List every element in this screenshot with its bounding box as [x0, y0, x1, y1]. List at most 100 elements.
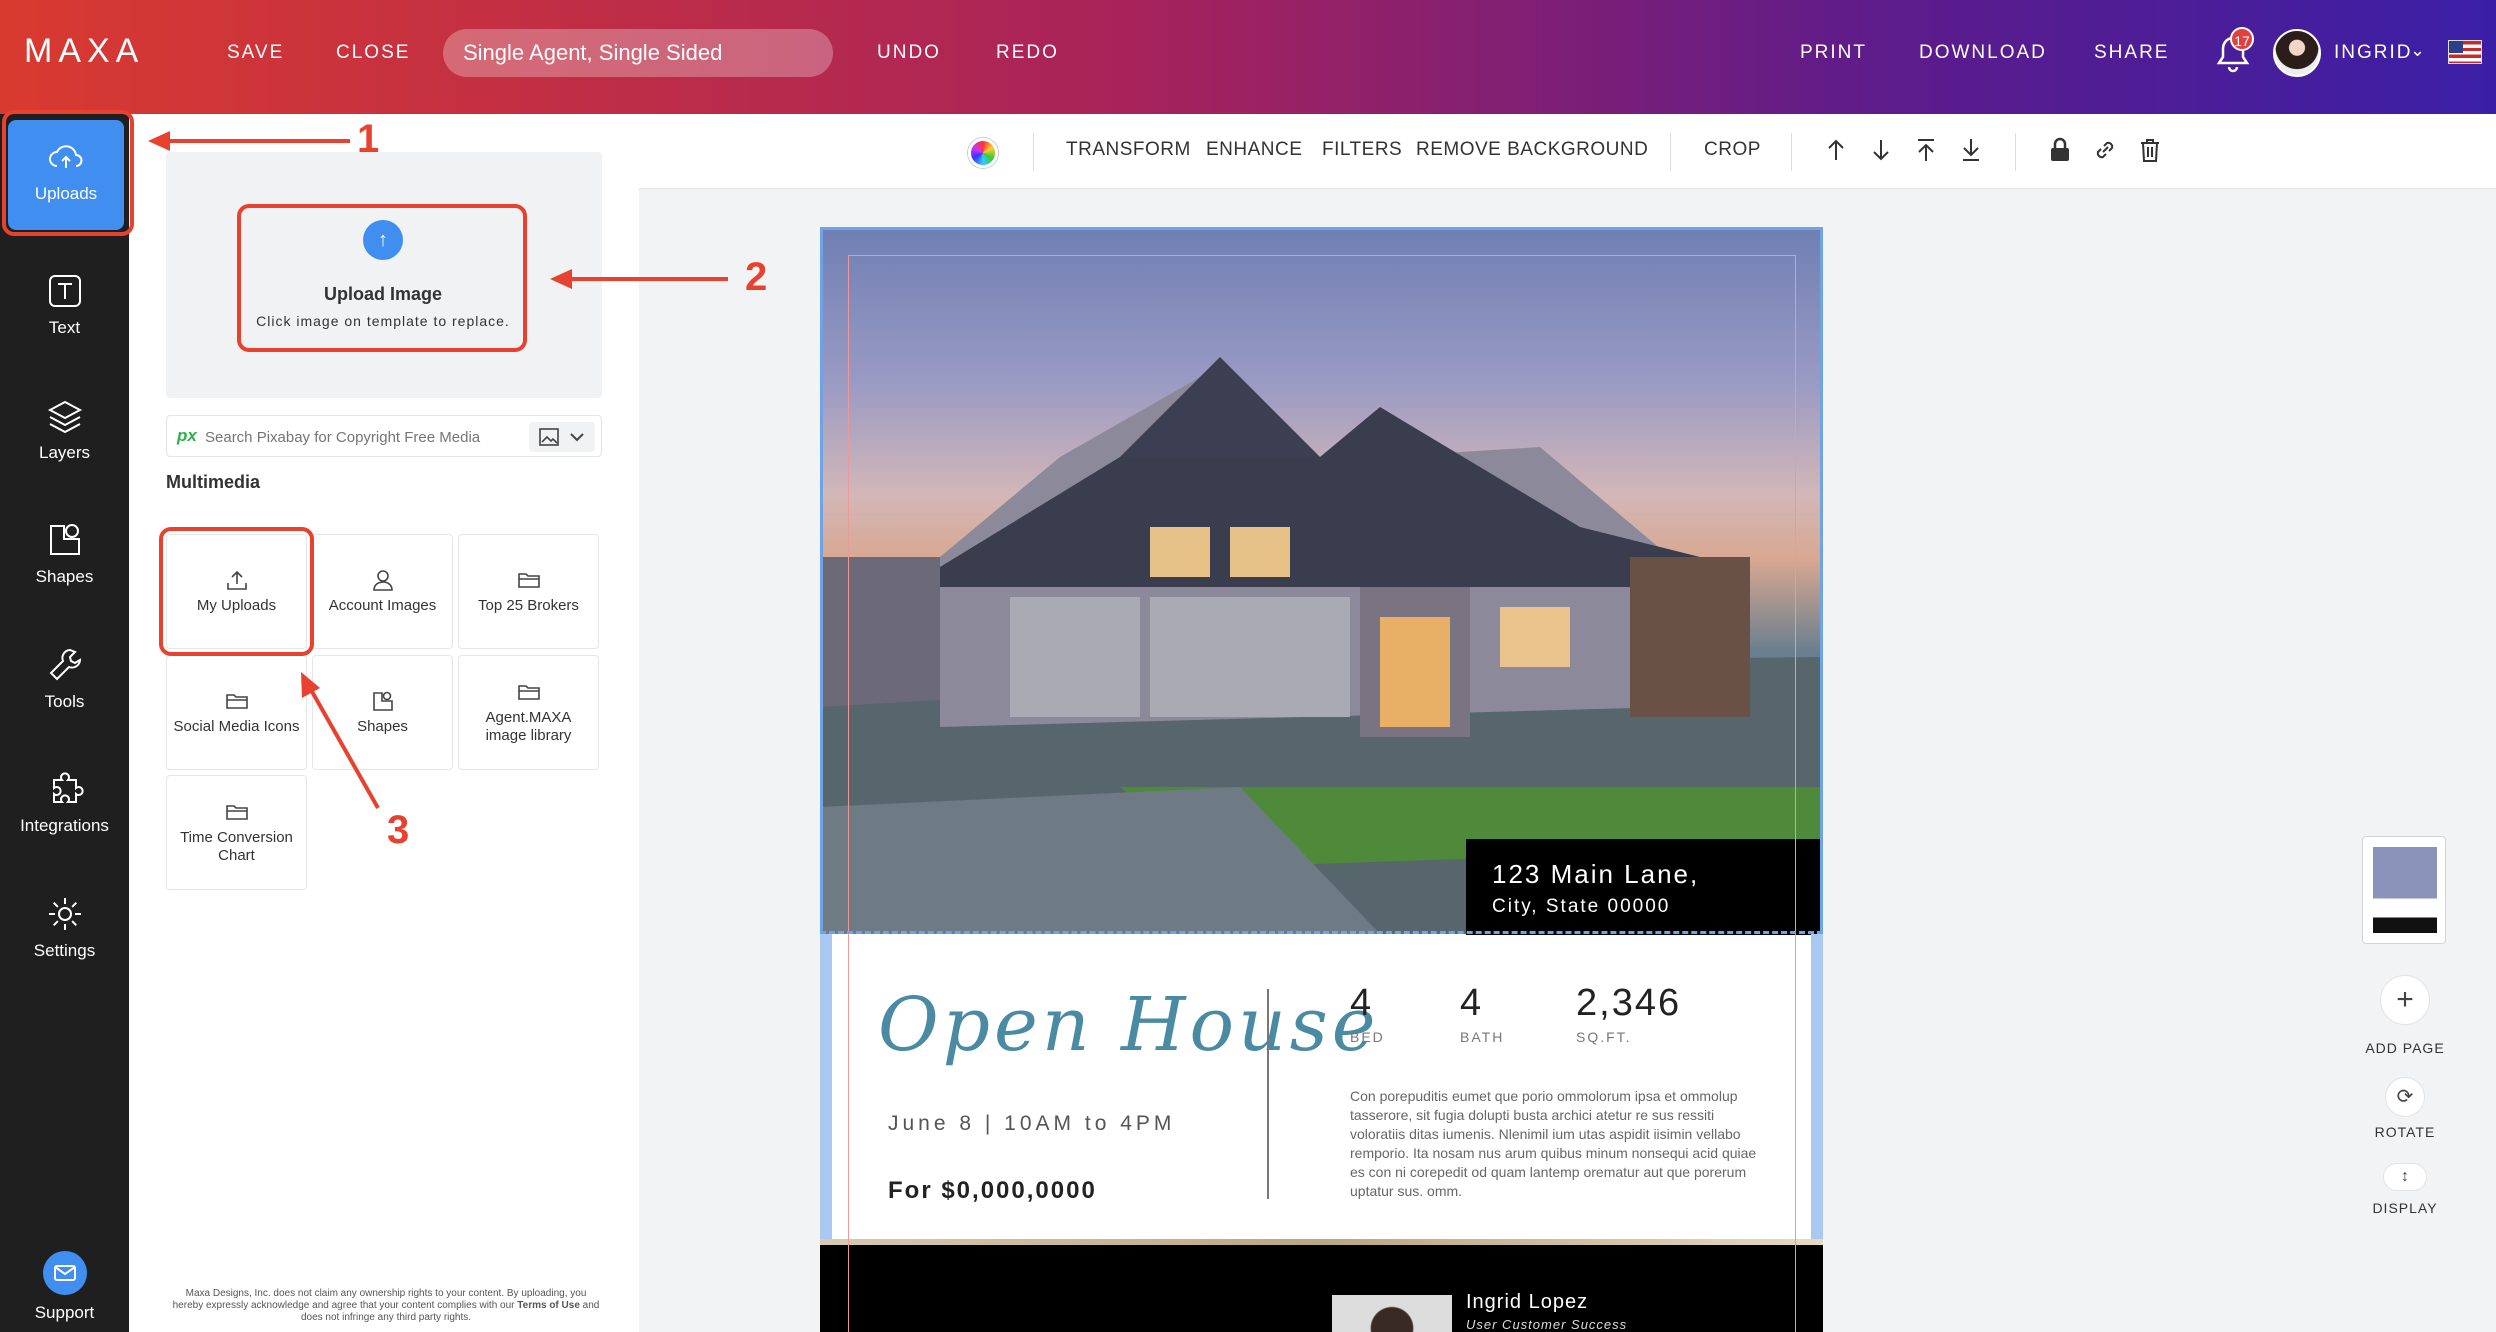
- text-icon: [48, 275, 81, 307]
- tile-my-uploads[interactable]: My Uploads: [166, 534, 307, 649]
- save-button[interactable]: SAVE: [227, 42, 284, 64]
- lock-icon[interactable]: [2046, 136, 2074, 164]
- agent-title[interactable]: User Customer Success: [1466, 1317, 1627, 1332]
- display-icon: ↕: [2401, 1168, 2409, 1185]
- nav-text[interactable]: Text: [0, 254, 129, 372]
- puzzle-icon: [52, 772, 84, 803]
- stat-value: 4: [1460, 982, 1484, 1024]
- notification-badge: 17: [2230, 27, 2254, 51]
- tile-shapes[interactable]: Shapes: [312, 655, 453, 770]
- divider: [1267, 989, 1269, 1199]
- upload-image-title: Upload Image: [323, 284, 443, 304]
- nav-tools[interactable]: Tools: [0, 628, 129, 746]
- remove-background-button[interactable]: REMOVE BACKGROUND: [1416, 139, 1648, 161]
- nav-settings-label: Settings: [33, 941, 96, 960]
- share-button[interactable]: SHARE: [2094, 42, 2169, 64]
- tile-label: My Uploads: [196, 596, 277, 614]
- annotation-number-3: 3: [387, 808, 410, 852]
- agent-photo[interactable]: [1332, 1295, 1452, 1332]
- address-box[interactable]: 123 Main Lane, City, State 00000: [1466, 839, 1823, 935]
- stat-label: BATH: [1460, 1029, 1505, 1045]
- tile-social-media-icons[interactable]: Social Media Icons: [166, 655, 307, 770]
- tile-account-images[interactable]: Account Images: [312, 534, 453, 649]
- gear-icon: [48, 898, 81, 930]
- folder-icon: [517, 684, 540, 700]
- nav-tools-label: Tools: [44, 692, 85, 711]
- user-menu[interactable]: INGRID: [2334, 42, 2413, 64]
- close-button[interactable]: CLOSE: [336, 42, 410, 64]
- tile-agent-maxa-library[interactable]: Agent.MAXA image library: [458, 655, 599, 770]
- arrow-up-icon[interactable]: [1822, 136, 1850, 164]
- enhance-button[interactable]: ENHANCE: [1206, 139, 1302, 161]
- nav-integrations[interactable]: Integrations: [0, 752, 129, 870]
- folder-icon: [225, 693, 248, 709]
- nav-shapes[interactable]: Shapes: [0, 503, 129, 621]
- address-line-2[interactable]: City, State 00000: [1492, 896, 1797, 918]
- address-line-1[interactable]: 123 Main Lane,: [1492, 859, 1797, 890]
- flyer-canvas[interactable]: 123 Main Lane, City, State 00000 Open Ho…: [820, 227, 1823, 1332]
- house-photo[interactable]: 123 Main Lane, City, State 00000: [820, 227, 1823, 935]
- media-type-dropdown[interactable]: [529, 422, 595, 452]
- undo-button[interactable]: UNDO: [877, 42, 941, 64]
- stat-label: SQ.FT.: [1576, 1029, 1632, 1045]
- document-title-input[interactable]: [443, 29, 833, 77]
- chevron-down-icon[interactable]: ⌄: [2410, 40, 2425, 61]
- crop-button[interactable]: CROP: [1704, 139, 1761, 161]
- toolbar-divider: [1033, 133, 1034, 171]
- shapes-icon: [372, 691, 393, 711]
- plus-icon: +: [2396, 983, 2414, 1016]
- upload-image-button[interactable]: ↑ Upload Image Click image on template t…: [242, 206, 524, 346]
- trash-icon[interactable]: [2136, 136, 2164, 164]
- tile-label: Account Images: [328, 596, 437, 614]
- pixabay-search-input[interactable]: [205, 425, 505, 449]
- maxa-logo[interactable]: MAXA: [24, 32, 144, 71]
- stat-bed[interactable]: 4 BED: [1350, 982, 1385, 1045]
- agent-name[interactable]: Ingrid Lopez: [1466, 1291, 1588, 1314]
- nav-text-label: Text: [48, 318, 81, 337]
- toolbar-divider: [1670, 133, 1671, 171]
- nav-uploads[interactable]: Uploads: [8, 120, 124, 230]
- color-wheel-icon[interactable]: [968, 138, 998, 168]
- print-button[interactable]: PRINT: [1800, 42, 1867, 64]
- filters-button[interactable]: FILTERS: [1322, 139, 1402, 161]
- tile-label: Agent.MAXA image library: [485, 708, 572, 744]
- avatar[interactable]: [2273, 29, 2321, 77]
- rotate-icon: ⟳: [2396, 1086, 2414, 1108]
- listing-price[interactable]: For $0,000,0000: [888, 1177, 1097, 1205]
- arrow-down-icon[interactable]: [1867, 136, 1895, 164]
- listing-description[interactable]: Con porepuditis eumet que porio ommoloru…: [1350, 1087, 1770, 1201]
- rotate-button[interactable]: ⟳: [2385, 1077, 2425, 1117]
- display-label: DISPLAY: [2372, 1200, 2438, 1216]
- shapes-icon: [49, 524, 80, 555]
- annotation-number-2: 2: [745, 255, 768, 299]
- folder-icon: [517, 572, 540, 588]
- redo-button[interactable]: REDO: [996, 42, 1059, 64]
- add-page-button[interactable]: +: [2380, 975, 2430, 1025]
- download-button[interactable]: DOWNLOAD: [1919, 42, 2047, 64]
- nav-layers[interactable]: Layers: [0, 379, 129, 497]
- page-thumbnail[interactable]: [2362, 836, 2446, 944]
- display-button[interactable]: ↕: [2383, 1163, 2427, 1191]
- link-icon[interactable]: [2091, 136, 2119, 164]
- page-thumbnail-preview: [2373, 847, 2437, 933]
- pixabay-search: px: [166, 415, 602, 457]
- nav-uploads-label: Uploads: [34, 184, 98, 203]
- nav-layers-label: Layers: [38, 443, 91, 462]
- wrench-icon: [49, 648, 81, 681]
- event-date[interactable]: June 8 | 10AM to 4PM: [888, 1112, 1175, 1136]
- transform-button[interactable]: TRANSFORM: [1066, 139, 1191, 161]
- agent-footer[interactable]: [820, 1245, 1823, 1332]
- open-house-headline[interactable]: Open House: [878, 982, 1380, 1068]
- tile-top-25-brokers[interactable]: Top 25 Brokers: [458, 534, 599, 649]
- stat-sqft[interactable]: 2,346 SQ.FT.: [1576, 982, 1681, 1045]
- nav-settings[interactable]: Settings: [0, 877, 129, 995]
- us-flag-icon[interactable]: [2448, 40, 2482, 64]
- bring-to-front-icon[interactable]: [1912, 136, 1940, 164]
- toolbar-divider: [1791, 133, 1792, 171]
- nav-support[interactable]: Support: [0, 1239, 129, 1332]
- tile-label: Time Conversion Chart: [180, 828, 293, 864]
- send-to-back-icon[interactable]: [1957, 136, 1985, 164]
- tile-time-conversion-chart[interactable]: Time Conversion Chart: [166, 775, 307, 890]
- stat-bath[interactable]: 4 BATH: [1460, 982, 1504, 1045]
- terms-of-use-link[interactable]: Terms of Use: [517, 1300, 580, 1311]
